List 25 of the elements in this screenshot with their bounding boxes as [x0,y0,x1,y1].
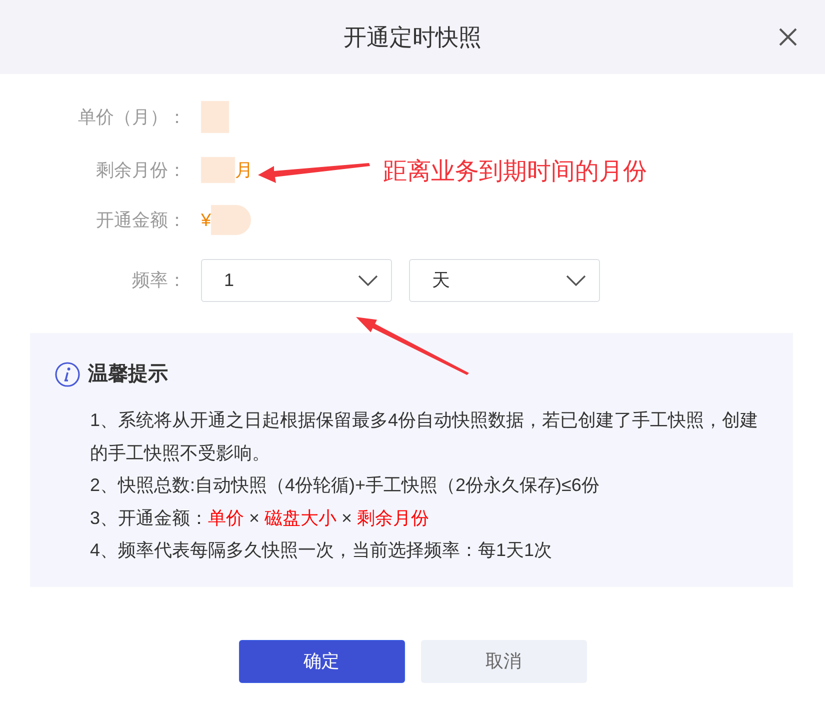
field-label: 单价（月）： [78,106,186,128]
cancel-button[interactable]: 取消 [420,640,586,683]
field-label: 频率： [132,269,186,292]
field-value: 月 [235,158,253,182]
field-label: 开通金额： [96,208,186,232]
dropdown-select[interactable]: 1 [201,259,392,302]
tip-text: 2、快照总数:自动快照（4份轮循)+手工快照（2份永久保存)≤6份 [90,474,600,497]
annotation-text: 距离业务到期时间的月份 [383,157,647,187]
blurred-block [201,157,235,183]
blurred-block [211,205,252,235]
info-icon [55,362,80,386]
dropdown-select[interactable]: 天 [409,259,600,302]
chevron-down-icon [358,275,378,286]
dialog-title: 开通定时快照 [344,22,482,52]
tips-title: 温馨提示 [88,362,168,387]
field-label: 剩余月份： [96,158,186,182]
chevron-down-icon [566,275,586,286]
tip-text: 1、系统将从开通之日起根据保留最多4份自动快照数据，若已创建了手工快照，创建的手工快照不受影响。 [90,409,760,464]
confirm-button[interactable]: 确定 [238,640,404,683]
close-icon [779,28,797,46]
field-value: ¥ [201,208,212,232]
tip-text: 4、频率代表每隔多久快照一次，当前选择频率：每1天1次 [90,539,554,562]
blurred-block [201,101,229,133]
tip-text: 3、开通金额：单价 × 磁盘大小 × 剩余月份 [90,506,430,530]
close-button[interactable] [777,26,799,48]
